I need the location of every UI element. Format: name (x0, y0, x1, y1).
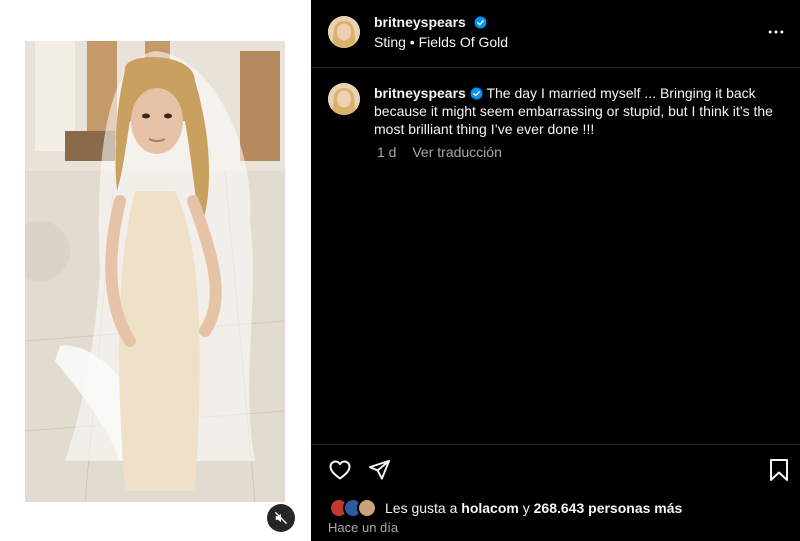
likes-user[interactable]: holacom (461, 500, 519, 516)
liker-avatar (357, 498, 377, 518)
speaker-muted-icon (275, 512, 287, 524)
verified-badge-icon (474, 16, 487, 29)
more-options-icon[interactable] (766, 22, 786, 42)
post-details-panel: britneyspears Sting • Fields Of Gold bri… (311, 0, 800, 541)
verified-badge-icon (470, 87, 483, 100)
avatar-image (328, 16, 360, 48)
avatar-image (328, 83, 360, 115)
likes-text: Les gusta a holacom y 268.643 personas m… (385, 500, 682, 516)
post-timestamp: Hace un día (328, 520, 399, 535)
heart-icon[interactable] (328, 458, 352, 482)
audio-track-link[interactable]: Sting • Fields Of Gold (374, 34, 508, 50)
caption-author-username[interactable]: britneyspears (374, 85, 466, 101)
mute-button[interactable] (267, 504, 295, 532)
send-icon[interactable] (368, 458, 391, 481)
translate-link[interactable]: Ver traducción (412, 144, 502, 160)
caption-author-avatar[interactable] (328, 83, 360, 115)
likes-connector: y (522, 500, 530, 516)
actions-divider (311, 444, 800, 445)
caption-meta: 1 d Ver traducción (377, 144, 514, 160)
author-username[interactable]: britneyspears (374, 14, 466, 30)
likes-count[interactable]: 268.643 personas más (534, 500, 683, 516)
post-header: britneyspears Sting • Fields Of Gold (311, 0, 800, 68)
author-avatar[interactable] (328, 16, 360, 48)
author-name-row: britneyspears (374, 14, 487, 32)
media-panel (0, 0, 311, 541)
post-caption: britneyspears The day I married myself .… (374, 84, 784, 138)
bride-photo-image (25, 41, 285, 502)
post-photo[interactable] (25, 41, 285, 502)
likes-summary[interactable]: Les gusta a holacom y 268.643 personas m… (329, 498, 682, 518)
post-age: 1 d (377, 144, 397, 160)
bookmark-icon[interactable] (768, 458, 790, 482)
likes-prefix: Les gusta a (385, 500, 458, 516)
